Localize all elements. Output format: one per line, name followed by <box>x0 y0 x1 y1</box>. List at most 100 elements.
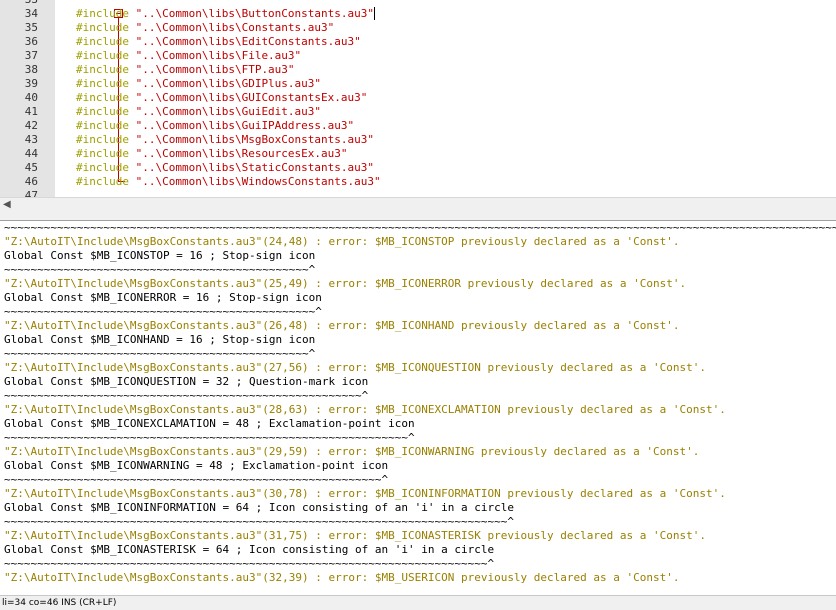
error-source-line: Global Const $MB_ICONSTOP = 16 ; Stop-si… <box>4 249 316 262</box>
code-text: #include "..\Common\libs\EditConstants.a… <box>76 35 361 49</box>
error-message: "Z:\AutoIT\Include\MsgBoxConstants.au3"(… <box>4 235 680 248</box>
code-line[interactable]: 33 <box>0 0 836 7</box>
include-path-string: "..\Common\libs\GuiIPAddress.au3" <box>135 119 355 132</box>
line-number: 38 <box>24 63 38 76</box>
line-number: 33 <box>0 0 38 7</box>
error-source-line: Global Const $MB_ICONINFORMATION = 64 ; … <box>4 501 514 514</box>
output-separator: ~~~~~~~~~~~~~~~~~~~~~~~~~~~~~~~~~~~~~~~~… <box>4 221 836 234</box>
status-text: li=34 co=46 INS (CR+LF) <box>2 598 117 608</box>
error-marker: ~~~~~~~~~~~~~~~~~~~~~~~~~~~~~~~~~~~~~~~~… <box>4 347 316 360</box>
code-line[interactable]: 37 #include "..\Common\libs\File.au3" <box>0 49 836 63</box>
line-number: 47 <box>24 189 38 197</box>
include-path-string: "..\Common\libs\ButtonConstants.au3" <box>135 7 375 20</box>
include-keyword: #include <box>76 77 136 90</box>
code-text: #include "..\Common\libs\GDIPlus.au3" <box>76 77 321 91</box>
error-message: "Z:\AutoIT\Include\MsgBoxConstants.au3"(… <box>4 487 726 500</box>
error-source-line: Global Const $MB_ICONQUESTION = 32 ; Que… <box>4 375 369 388</box>
error-marker: ~~~~~~~~~~~~~~~~~~~~~~~~~~~~~~~~~~~~~~~~… <box>4 305 322 318</box>
line-number: 45 <box>24 161 38 174</box>
error-message: "Z:\AutoIT\Include\MsgBoxConstants.au3"(… <box>4 277 687 290</box>
line-number: 35 <box>24 21 38 34</box>
code-line[interactable]: 35 #include "..\Common\libs\Constants.au3… <box>0 21 836 35</box>
error-source-line: Global Const $MB_ICONWARNING = 48 ; Excl… <box>4 459 389 472</box>
code-text: #include "..\Common\libs\GUIConstantsEx.… <box>76 91 367 105</box>
error-marker: ~~~~~~~~~~~~~~~~~~~~~~~~~~~~~~~~~~~~~~~~… <box>4 515 514 528</box>
line-number: 34 <box>24 7 38 20</box>
code-line[interactable]: 44 #include "..\Common\libs\ResourcesEx.a… <box>0 147 836 161</box>
line-number: 46 <box>24 175 38 188</box>
error-message: "Z:\AutoIT\Include\MsgBoxConstants.au3"(… <box>4 529 706 542</box>
code-line[interactable]: 39 #include "..\Common\libs\GDIPlus.au3" <box>0 77 836 91</box>
include-path-string: "..\Common\libs\StaticConstants.au3" <box>135 161 375 174</box>
error-message: "Z:\AutoIT\Include\MsgBoxConstants.au3"(… <box>4 319 680 332</box>
error-source-line: Global Const $MB_ICONHAND = 16 ; Stop-si… <box>4 333 316 346</box>
text-caret <box>374 7 376 20</box>
code-line[interactable]: 43 #include "..\Common\libs\MsgBoxConstan… <box>0 133 836 147</box>
error-marker: ~~~~~~~~~~~~~~~~~~~~~~~~~~~~~~~~~~~~~~~~… <box>4 431 415 444</box>
line-number: 43 <box>24 133 38 146</box>
code-line[interactable]: 42 #include "..\Common\libs\GuiIPAddress.… <box>0 119 836 133</box>
code-line[interactable]: 45 #include "..\Common\libs\StaticConstan… <box>0 161 836 175</box>
include-path-string: "..\Common\libs\ResourcesEx.au3" <box>135 147 348 160</box>
code-line[interactable]: 46 #include "..\Common\libs\WindowsConsta… <box>0 175 836 189</box>
error-marker: ~~~~~~~~~~~~~~~~~~~~~~~~~~~~~~~~~~~~~~~~… <box>4 473 389 486</box>
error-message: "Z:\AutoIT\Include\MsgBoxConstants.au3"(… <box>4 571 680 584</box>
include-path-string: "..\Common\libs\WindowsConstants.au3" <box>135 175 381 188</box>
include-keyword: #include <box>76 21 136 34</box>
line-number: 42 <box>24 119 38 132</box>
status-bar: li=34 co=46 INS (CR+LF) <box>0 595 836 610</box>
include-path-string: "..\Common\libs\Constants.au3" <box>135 21 335 34</box>
error-message: "Z:\AutoIT\Include\MsgBoxConstants.au3"(… <box>4 445 700 458</box>
include-keyword: #include <box>76 119 136 132</box>
include-path-string: "..\Common\libs\GuiEdit.au3" <box>135 105 322 118</box>
code-line[interactable]: 47 <box>0 189 836 197</box>
code-text: #include "..\Common\libs\MsgBoxConstants… <box>76 133 374 147</box>
include-path-string: "..\Common\libs\MsgBoxConstants.au3" <box>135 133 375 146</box>
code-text: #include "..\Common\libs\ButtonConstants… <box>76 7 376 21</box>
code-text: #include "..\Common\libs\ResourcesEx.au3… <box>76 147 348 161</box>
line-number: 40 <box>24 91 38 104</box>
include-keyword: #include <box>76 63 136 76</box>
line-number: 36 <box>24 35 38 48</box>
code-line[interactable]: 41 #include "..\Common\libs\GuiEdit.au3" <box>0 105 836 119</box>
error-source-line: Global Const $MB_ICONERROR = 16 ; Stop-s… <box>4 291 322 304</box>
code-text: #include "..\Common\libs\GuiIPAddress.au… <box>76 119 354 133</box>
include-path-string: "..\Common\libs\GDIPlus.au3" <box>135 77 322 90</box>
code-text: #include "..\Common\libs\WindowsConstant… <box>76 175 381 189</box>
include-keyword: #include <box>76 175 136 188</box>
include-keyword: #include <box>76 7 136 20</box>
include-keyword: #include <box>76 49 136 62</box>
include-keyword: #include <box>76 91 136 104</box>
code-text: #include "..\Common\libs\GuiEdit.au3" <box>76 105 321 119</box>
error-marker: ~~~~~~~~~~~~~~~~~~~~~~~~~~~~~~~~~~~~~~~~… <box>4 389 369 402</box>
scroll-left-arrow-icon[interactable]: ◀ <box>3 199 11 210</box>
include-path-string: "..\Common\libs\GUIConstantsEx.au3" <box>135 91 368 104</box>
line-number: 37 <box>24 49 38 62</box>
include-keyword: #include <box>76 161 136 174</box>
code-editor[interactable]: 3334 #include "..\Common\libs\ButtonConst… <box>0 0 836 197</box>
error-source-line: Global Const $MB_ICONEXCLAMATION = 48 ; … <box>4 417 415 430</box>
include-keyword: #include <box>76 35 136 48</box>
include-path-string: "..\Common\libs\EditConstants.au3" <box>135 35 361 48</box>
include-keyword: #include <box>76 133 136 146</box>
include-keyword: #include <box>76 147 136 160</box>
line-number: 39 <box>24 77 38 90</box>
horizontal-scrollbar[interactable]: ◀ <box>0 197 836 215</box>
code-text: #include "..\Common\libs\File.au3" <box>76 49 301 63</box>
code-line[interactable]: 38 #include "..\Common\libs\FTP.au3" <box>0 63 836 77</box>
error-message: "Z:\AutoIT\Include\MsgBoxConstants.au3"(… <box>4 403 726 416</box>
output-console[interactable]: ~~~~~~~~~~~~~~~~~~~~~~~~~~~~~~~~~~~~~~~~… <box>0 221 836 595</box>
error-marker: ~~~~~~~~~~~~~~~~~~~~~~~~~~~~~~~~~~~~~~~~… <box>4 557 495 570</box>
code-text: #include "..\Common\libs\Constants.au3" <box>76 21 334 35</box>
code-text: #include "..\Common\libs\FTP.au3" <box>76 63 295 77</box>
error-source-line: Global Const $MB_ICONASTERISK = 64 ; Ico… <box>4 543 495 556</box>
include-path-string: "..\Common\libs\File.au3" <box>135 49 302 62</box>
code-line[interactable]: 34 #include "..\Common\libs\ButtonConstan… <box>0 7 836 21</box>
line-number: 44 <box>24 147 38 160</box>
line-number: 41 <box>24 105 38 118</box>
include-path-string: "..\Common\libs\FTP.au3" <box>135 63 295 76</box>
code-line[interactable]: 36 #include "..\Common\libs\EditConstants… <box>0 35 836 49</box>
code-line[interactable]: 40 #include "..\Common\libs\GUIConstantsE… <box>0 91 836 105</box>
include-keyword: #include <box>76 105 136 118</box>
code-text: #include "..\Common\libs\StaticConstants… <box>76 161 374 175</box>
